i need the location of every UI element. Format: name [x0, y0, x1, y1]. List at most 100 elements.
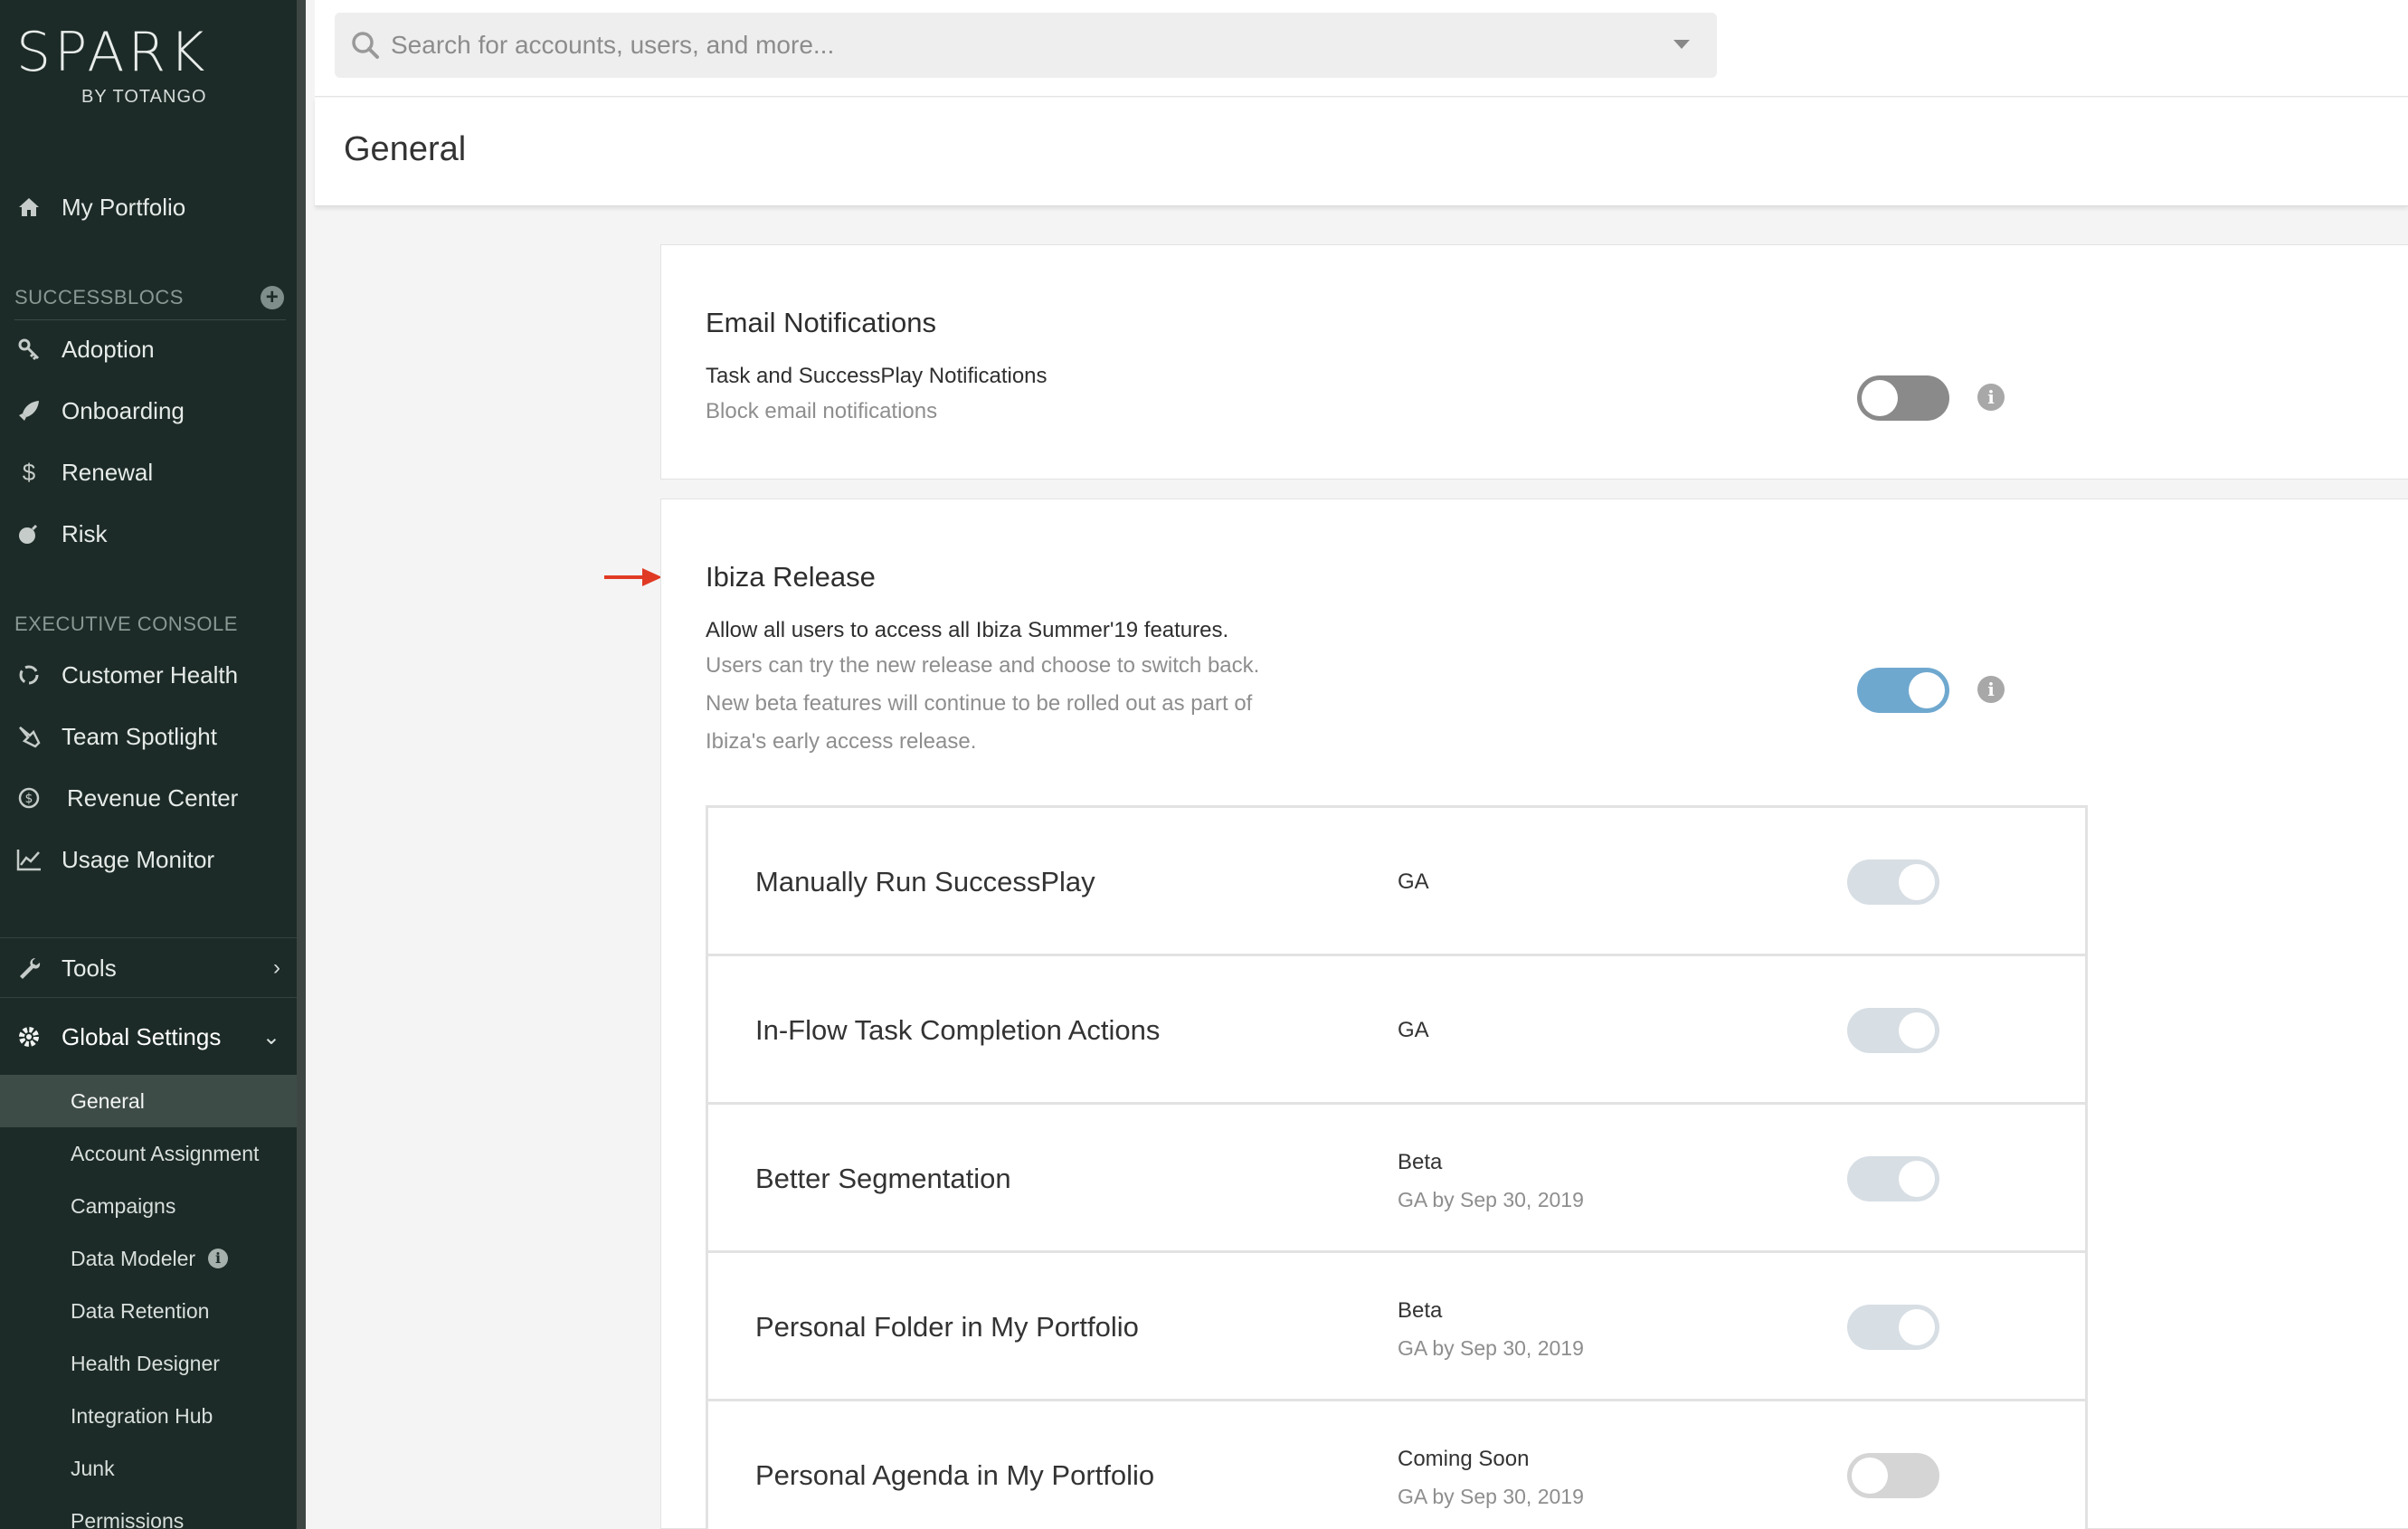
feature-name: Manually Run SuccessPlay	[755, 866, 1095, 897]
sidebar-subitem-data-retention[interactable]: Data Retention	[0, 1285, 297, 1337]
successblocs-heading: SUCCESSBLOCS +	[14, 286, 293, 317]
sidebar-item-team-spotlight[interactable]: Team Spotlight	[0, 711, 297, 762]
sidebar-item-global-settings[interactable]: Global Settings ⌄	[0, 1011, 297, 1062]
sidebar-item-label: Tools	[62, 954, 117, 982]
bomb-icon	[16, 521, 42, 546]
section-divider	[14, 319, 286, 320]
chevron-down-icon: ⌄	[261, 1024, 280, 1049]
toggle-knob	[1899, 1012, 1935, 1049]
sidebar-item-renewal[interactable]: $ Renewal	[0, 447, 297, 498]
feature-ga-date: GA by Sep 30, 2019	[1398, 1336, 1584, 1360]
subitem-label: Junk	[71, 1456, 115, 1480]
sidebar-item-adoption[interactable]: Adoption	[0, 324, 297, 375]
page-title: General	[344, 130, 467, 168]
sidebar-subitem-campaigns[interactable]: Campaigns	[0, 1180, 297, 1232]
subitem-label: Permissions	[71, 1508, 185, 1529]
search-box[interactable]	[335, 13, 1717, 78]
sidebar-item-customer-health[interactable]: Customer Health	[0, 650, 297, 700]
sidebar-item-usage-monitor[interactable]: Usage Monitor	[0, 834, 297, 885]
feature-toggle[interactable]	[1847, 1008, 1939, 1053]
top-bar	[315, 0, 2408, 97]
search-input[interactable]	[391, 31, 1639, 60]
feature-toggle[interactable]	[1847, 859, 1939, 905]
sidebar-subitem-data-modeler[interactable]: Data Modeler i	[0, 1232, 297, 1285]
feature-name: Better Segmentation	[755, 1163, 1011, 1194]
sidebar-subitem-account-assignment[interactable]: Account Assignment	[0, 1127, 297, 1180]
ibiza-card-desc: Allow all users to access all Ibiza Summ…	[706, 618, 1229, 642]
rocket-icon	[16, 398, 42, 423]
chevron-right-icon: ›	[273, 955, 280, 980]
feature-row: Better Segmentation Beta GA by Sep 30, 2…	[708, 1105, 2085, 1253]
spark-logo[interactable]: SPARK BY TOTANGO	[16, 24, 270, 114]
spotlight-icon	[16, 724, 42, 749]
feature-status: Beta	[1398, 1298, 1443, 1323]
sidebar-item-label: Global Settings	[62, 1022, 222, 1050]
sidebar-item-my-portfolio[interactable]: My Portfolio	[0, 182, 297, 233]
ibiza-card-title: Ibiza Release	[706, 561, 876, 593]
sidebar-subitem-health-designer[interactable]: Health Designer	[0, 1337, 297, 1390]
key-icon	[16, 337, 42, 362]
info-icon[interactable]: i	[1977, 676, 2005, 703]
sidebar-item-label: Customer Health	[62, 660, 239, 689]
sidebar-item-revenue-center[interactable]: $ Revenue Center	[0, 773, 297, 823]
health-cycle-icon	[16, 662, 42, 688]
feature-name: Personal Folder in My Portfolio	[755, 1311, 1139, 1343]
info-icon[interactable]: i	[1977, 384, 2005, 411]
feature-status: GA	[1398, 869, 1429, 894]
subitem-label: General	[71, 1088, 145, 1113]
toggle-knob	[1852, 1458, 1888, 1494]
email-card-desc: Task and SuccessPlay Notifications	[706, 364, 1048, 388]
subitem-label: Data Modeler	[71, 1246, 196, 1270]
subitem-label: Integration Hub	[71, 1403, 213, 1428]
coin-icon: $	[16, 785, 42, 811]
logo-subtitle: BY TOTANGO	[81, 87, 207, 107]
wrench-icon	[16, 955, 42, 981]
sidebar-divider	[0, 997, 297, 998]
feature-name: In-Flow Task Completion Actions	[755, 1014, 1161, 1046]
feature-toggle[interactable]	[1847, 1156, 1939, 1201]
page-header: General	[315, 98, 2408, 206]
sidebar-item-tools[interactable]: Tools ›	[0, 943, 297, 993]
sidebar-item-label: Revenue Center	[67, 783, 239, 812]
home-icon	[16, 195, 42, 220]
feature-row: Manually Run SuccessPlay GA	[708, 808, 2085, 956]
subitem-label: Campaigns	[71, 1193, 176, 1218]
sidebar-item-risk[interactable]: Risk	[0, 508, 297, 559]
feature-toggle[interactable]	[1847, 1453, 1939, 1498]
email-notifications-toggle[interactable]	[1857, 375, 1949, 421]
sidebar: SPARK BY TOTANGO My Portfolio SUCCESSBLO…	[0, 0, 306, 1529]
sidebar-subitem-integration-hub[interactable]: Integration Hub	[0, 1390, 297, 1442]
feature-row: Personal Agenda in My Portfolio Coming S…	[708, 1401, 2085, 1529]
subitem-label: Account Assignment	[71, 1141, 260, 1165]
toggle-knob	[1909, 672, 1945, 708]
sidebar-item-label: Usage Monitor	[62, 845, 215, 873]
feature-status: Beta	[1398, 1150, 1443, 1174]
svg-text:$: $	[25, 792, 33, 806]
feature-toggle[interactable]	[1847, 1305, 1939, 1350]
gear-icon	[16, 1024, 42, 1049]
sidebar-item-label: Adoption	[62, 335, 155, 363]
info-icon[interactable]: i	[208, 1249, 229, 1268]
ibiza-release-toggle[interactable]	[1857, 668, 1949, 713]
ibiza-card-sub-2: New beta features will continue to be ro…	[706, 691, 1253, 716]
sidebar-subitem-junk[interactable]: Junk	[0, 1442, 297, 1495]
email-notifications-card: Email Notifications Task and SuccessPlay…	[660, 244, 2408, 480]
sidebar-item-label: Renewal	[62, 458, 154, 486]
sidebar-item-label: Onboarding	[62, 396, 185, 424]
dropdown-caret-icon[interactable]	[1673, 40, 1690, 49]
sidebar-item-onboarding[interactable]: Onboarding	[0, 385, 297, 436]
feature-status: Coming Soon	[1398, 1447, 1530, 1471]
sidebar-subitem-permissions[interactable]: Permissions	[0, 1495, 297, 1529]
add-successbloc-icon[interactable]: +	[261, 286, 284, 309]
sidebar-divider	[0, 937, 297, 938]
dollar-icon: $	[22, 458, 36, 486]
feature-row: Personal Folder in My Portfolio Beta GA …	[708, 1253, 2085, 1401]
feature-name: Personal Agenda in My Portfolio	[755, 1459, 1155, 1491]
sidebar-item-label: My Portfolio	[62, 193, 186, 221]
sidebar-item-label: Team Spotlight	[62, 722, 217, 750]
sidebar-subitem-general[interactable]: General	[0, 1075, 297, 1127]
line-chart-icon	[16, 847, 42, 872]
feature-status: GA	[1398, 1018, 1429, 1042]
red-arrow-annotation	[604, 568, 662, 586]
sidebar-item-label: Risk	[62, 519, 108, 547]
